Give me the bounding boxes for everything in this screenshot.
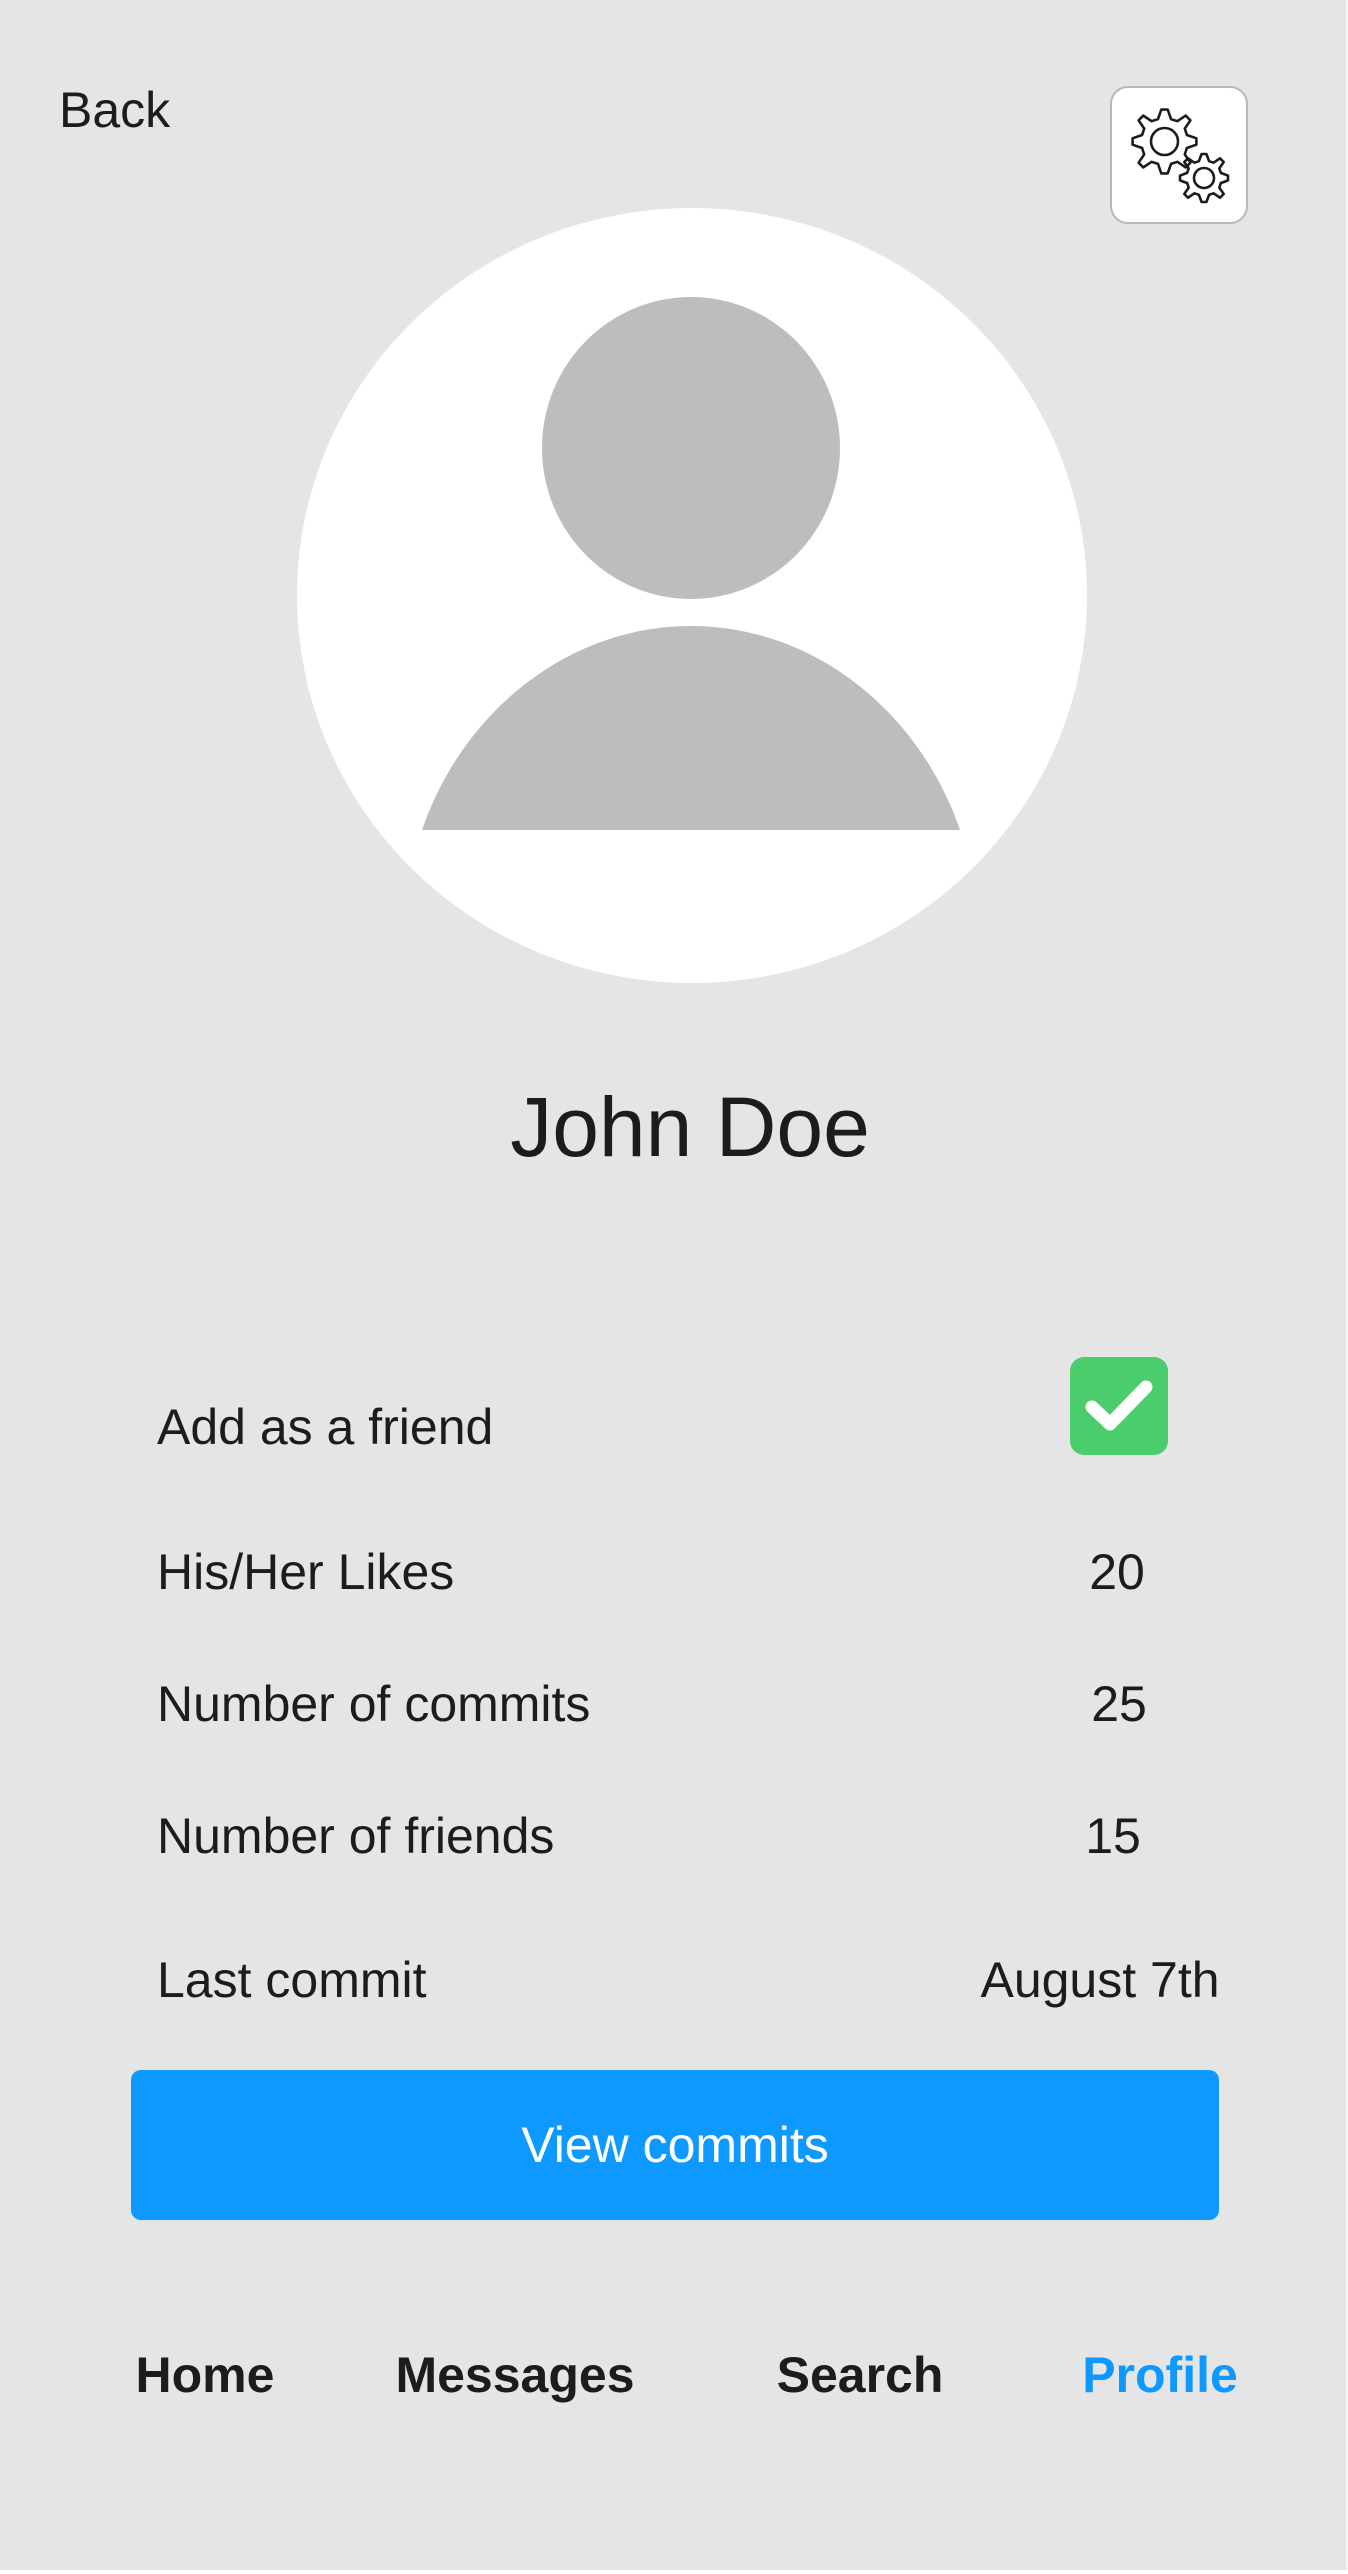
nav-profile[interactable]: Profile [1060, 2340, 1260, 2410]
back-button[interactable]: Back [59, 80, 170, 140]
gears-icon [1131, 108, 1230, 204]
avatar [297, 208, 1087, 983]
add-friend-checkbox[interactable] [1070, 1357, 1168, 1455]
view-commits-button[interactable]: View commits [131, 2070, 1219, 2220]
profile-name: John Doe [510, 1080, 870, 1174]
add-friend-label: Add as a friend [157, 1399, 494, 1455]
commits-label: Number of commits [157, 1676, 591, 1732]
nav-search[interactable]: Search [750, 2340, 970, 2410]
commits-row: Number of commits 25 [157, 1669, 1187, 1739]
likes-label: His/Her Likes [157, 1544, 455, 1600]
add-friend-row: Add as a friend [157, 1357, 1187, 1462]
likes-value: 20 [1089, 1544, 1145, 1600]
profile-screen: Back John Doe Add as a friend His/Her Li… [0, 0, 1348, 2570]
friends-label: Number of friends [157, 1808, 555, 1864]
likes-row: His/Her Likes 20 [157, 1537, 1187, 1607]
nav-messages[interactable]: Messages [370, 2340, 660, 2410]
friends-row: Number of friends 15 [157, 1801, 1187, 1871]
last-commit-row: Last commit August 7th [157, 1945, 1220, 2015]
friends-value: 15 [1085, 1808, 1141, 1864]
last-commit-value: August 7th [980, 1952, 1220, 2008]
settings-button[interactable] [1110, 86, 1248, 224]
checkmark-icon [1085, 1380, 1153, 1431]
nav-home[interactable]: Home [110, 2340, 300, 2410]
person-placeholder-icon [422, 297, 960, 830]
commits-value: 25 [1091, 1676, 1147, 1732]
last-commit-label: Last commit [157, 1952, 427, 2008]
